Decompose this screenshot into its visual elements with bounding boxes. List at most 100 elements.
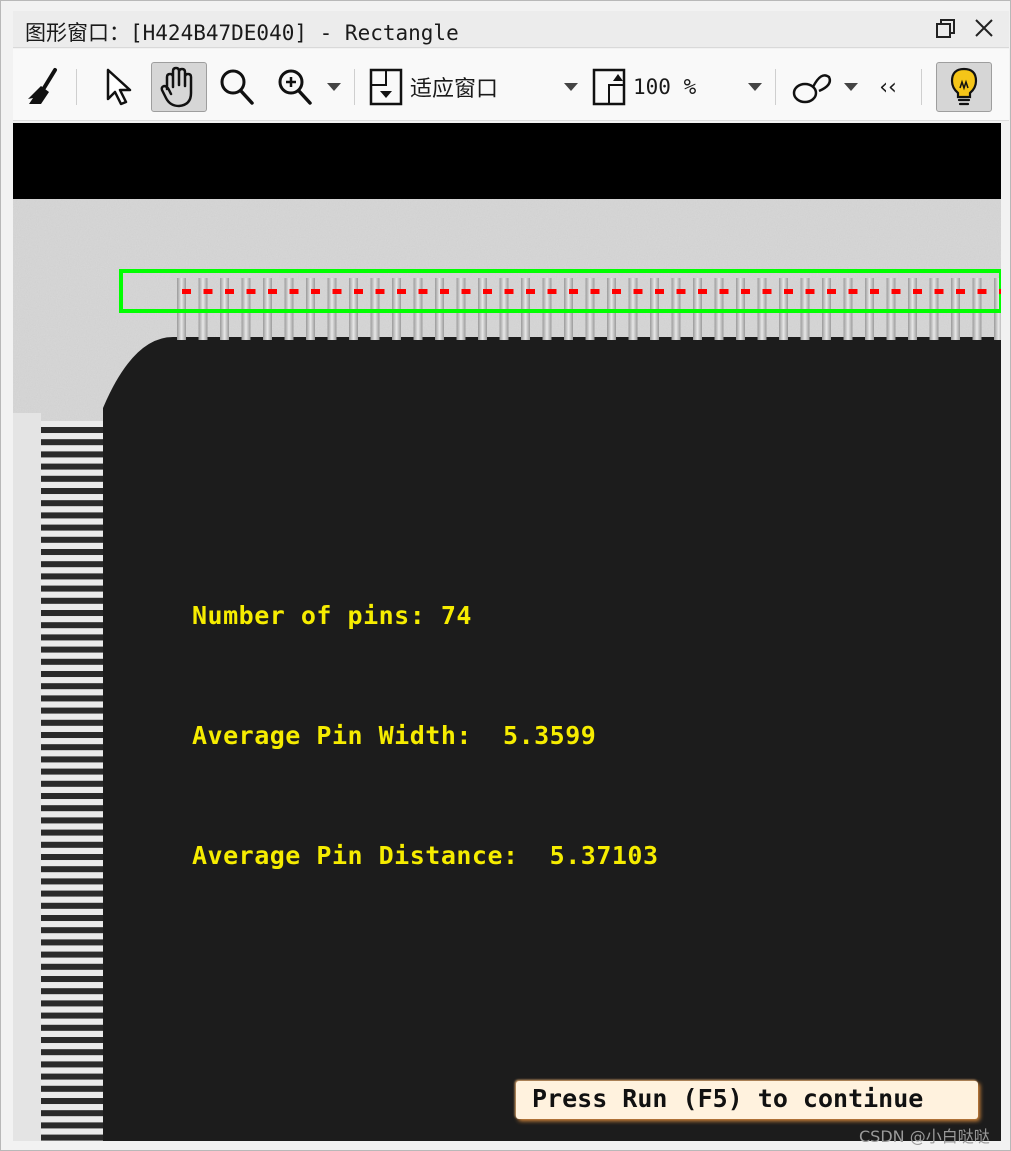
left-pin (41, 835, 103, 842)
restore-icon[interactable] (931, 15, 961, 43)
left-pin (41, 872, 103, 879)
image-canvas[interactable]: Number of pins: 74 Average Pin Width: 5.… (13, 123, 1001, 1141)
left-pin-gap (41, 805, 103, 812)
pin-marker (397, 289, 406, 294)
left-pin-gap (41, 683, 103, 690)
left-pin-gap (41, 780, 103, 787)
left-pin-gap (41, 939, 103, 946)
fit-window-label: 适应窗口 (410, 77, 499, 102)
left-pin-gap (41, 427, 103, 433)
zoom-level-chevron-icon[interactable] (746, 62, 764, 112)
left-pin (41, 543, 103, 549)
zoom-dropdown-chevron-icon[interactable] (325, 62, 343, 112)
left-pin (41, 1079, 103, 1086)
left-pin (41, 1031, 103, 1037)
left-pin-gap (41, 732, 103, 738)
left-pin-gap (41, 756, 103, 763)
toolbar: 适应窗口 100 % ‹‹ (13, 49, 1009, 121)
toolbar-separator (76, 69, 77, 105)
pin-marker (311, 289, 320, 294)
left-pin (41, 787, 103, 793)
pin-marker (977, 289, 987, 294)
left-pin (41, 750, 103, 757)
left-pin (41, 616, 103, 623)
left-pin-gap (41, 536, 103, 543)
pin-marker (332, 289, 342, 294)
left-pin-gap (41, 634, 103, 641)
left-pin (41, 762, 103, 769)
fit-dropdown-chevron-icon[interactable] (562, 62, 580, 112)
pins-count-text: Number of pins: 74 (192, 601, 472, 630)
zoom-level-dropdown[interactable]: 100 % (591, 62, 751, 112)
left-pin-gap (41, 512, 103, 519)
left-pin-gap (41, 695, 103, 702)
shape-draw-icon[interactable] (789, 62, 835, 112)
pin-marker (418, 289, 428, 294)
continue-prompt-text: Press Run (F5) to continue (532, 1084, 924, 1113)
collapse-toolbar-button[interactable]: ‹‹ (873, 62, 903, 112)
left-pin-gap (41, 951, 103, 958)
left-pin-gap (41, 658, 103, 665)
pin-marker (913, 289, 922, 294)
left-pin-gap (41, 597, 103, 604)
left-pin-gap (41, 610, 103, 616)
pin-marker (483, 289, 492, 294)
fit-window-dropdown[interactable]: 适应窗口 (368, 62, 548, 112)
broom-icon[interactable] (23, 62, 63, 112)
pointer-icon[interactable] (99, 62, 139, 112)
pin-marker (805, 289, 815, 294)
zoom-in-icon[interactable] (273, 62, 317, 112)
left-pin (41, 530, 103, 537)
close-icon[interactable] (969, 15, 999, 43)
left-pin (41, 811, 103, 818)
toolbar-separator (921, 69, 922, 105)
lightbulb-icon[interactable] (936, 62, 992, 112)
left-pin (41, 1006, 103, 1013)
left-pin-gap (41, 829, 103, 836)
left-pin-gap (41, 585, 103, 592)
left-pin (41, 591, 103, 598)
pin-marker (268, 289, 277, 294)
left-pin-gap (41, 988, 103, 995)
left-pin-gap (41, 963, 103, 970)
left-pin (41, 823, 103, 830)
left-pin-gap (41, 719, 103, 726)
left-pin (41, 677, 103, 684)
left-pin (41, 799, 103, 806)
left-pin-gap (41, 1134, 103, 1141)
left-pin (41, 469, 103, 476)
pin-marker (504, 289, 514, 294)
pin-marker (526, 289, 535, 294)
pin-marker (182, 289, 191, 294)
fit-window-icon (369, 68, 403, 106)
left-pin (41, 433, 103, 440)
left-pin-gap (41, 915, 103, 921)
magnifier-icon[interactable] (215, 62, 259, 112)
left-pin (41, 1055, 103, 1062)
left-pin (41, 1043, 103, 1050)
left-pin-gap (41, 1085, 103, 1092)
hand-icon[interactable] (151, 62, 207, 112)
left-pin-gap (41, 878, 103, 885)
left-pin-gap (41, 488, 103, 494)
left-pin-gap (41, 768, 103, 775)
left-pin-gap (41, 463, 103, 470)
collapse-label: ‹‹ (879, 74, 897, 100)
left-pin-gap (41, 1024, 103, 1031)
left-pin-gap (41, 646, 103, 653)
pin-marker (461, 289, 471, 294)
left-pin-gap (41, 524, 103, 531)
shape-dropdown-chevron-icon[interactable] (842, 62, 860, 112)
left-pin-gap (41, 817, 103, 824)
window-title: 图形窗口：[H424B47DE040] - Rectangle (25, 21, 459, 45)
pin-marker (934, 289, 944, 294)
title-bar: 图形窗口：[H424B47DE040] - Rectangle (13, 11, 1009, 48)
continue-prompt: Press Run (F5) to continue (516, 1081, 978, 1119)
pin-marker (354, 289, 363, 294)
left-pin-gap (41, 1061, 103, 1068)
left-pin-gap (41, 707, 103, 714)
left-pin (41, 994, 103, 1001)
pin-marker (612, 289, 621, 294)
left-pin-gap (41, 1012, 103, 1019)
zoom-level-icon (592, 68, 626, 106)
